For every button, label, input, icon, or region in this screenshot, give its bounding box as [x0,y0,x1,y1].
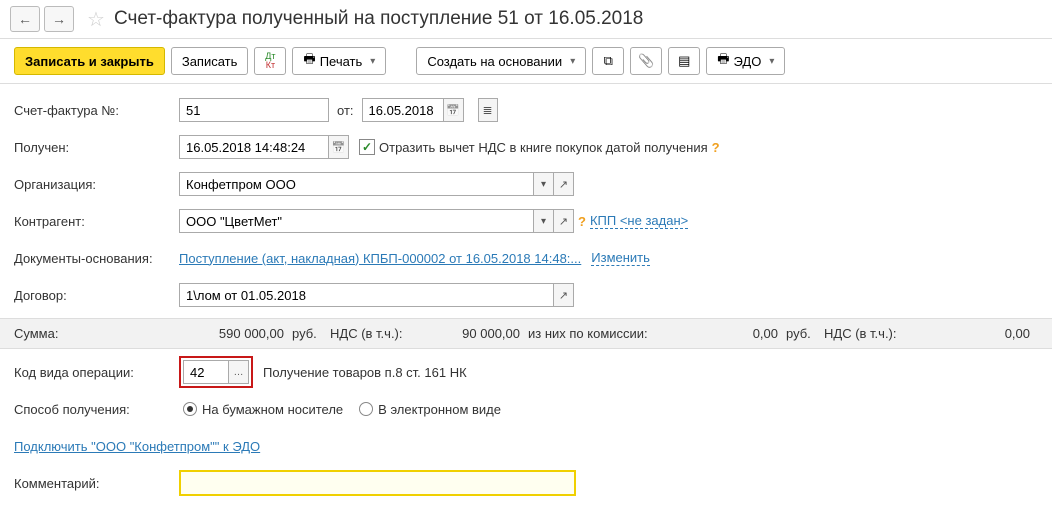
basis-doc-link[interactable]: Поступление (акт, накладная) КПБП-000002… [179,251,581,266]
vat-value: 90 000,00 [410,326,528,341]
open-icon[interactable] [554,283,574,307]
counterparty-label: Контрагент: [14,214,179,229]
vat-in-label-2: НДС (в т.ч.): [824,326,904,341]
structure-icon: ⧉ [604,53,613,69]
paperclip-icon [638,53,654,69]
invoice-date-input[interactable] [362,98,444,122]
reflect-vat-label: Отразить вычет НДС в книге покупок датой… [379,140,708,155]
sum-label: Сумма: [14,326,179,341]
received-label: Получен: [14,140,179,155]
from-label: от: [337,103,354,118]
save-button[interactable]: Записать [171,47,249,75]
rub-label: руб. [292,326,330,341]
opcode-description: Получение товаров п.8 ст. 161 НК [263,365,467,380]
opcode-highlight: … [179,356,253,388]
invoice-no-label: Счет-фактура №: [14,103,179,118]
create-based-on-button[interactable]: Создать на основании [416,47,586,75]
attachment-button[interactable] [630,47,662,75]
calendar-icon[interactable] [444,98,464,122]
calendar-icon[interactable] [329,135,349,159]
open-icon[interactable] [554,209,574,233]
favorite-star-icon[interactable]: ☆ [82,7,110,32]
rub-label-2: руб. [786,326,824,341]
kpp-link[interactable]: КПП <не задан> [590,213,688,229]
vat-in-label: НДС (в т.ч.): [330,326,410,341]
dtkt-icon: ДтКт [265,52,275,70]
dtkt-button[interactable]: ДтКт [254,47,286,75]
page-title: Счет-фактура полученный на поступление 5… [114,8,643,30]
opcode-input[interactable] [183,360,229,384]
open-icon[interactable] [554,172,574,196]
report-icon: ▤ [678,53,690,69]
invoice-no-input[interactable] [179,98,329,122]
print-button[interactable]: Печать [292,47,386,75]
sum-value: 590 000,00 [179,326,292,341]
structure-icon-button[interactable]: ⧉ [592,47,624,75]
commission-label: из них по комиссии: [528,326,678,341]
printer-icon [303,50,315,72]
received-datetime-input[interactable] [179,135,329,159]
help-icon[interactable]: ? [578,214,586,229]
electronic-radio[interactable]: В электронном виде [359,402,501,417]
change-link[interactable]: Изменить [591,250,650,266]
connect-edo-link[interactable]: Подключить "ООО "Конфетпром"" к ЭДО [14,439,260,454]
edo-button[interactable]: ЭДО [706,47,785,75]
edo-printer-icon [717,50,729,72]
report-icon-button[interactable]: ▤ [668,47,700,75]
org-input[interactable] [179,172,534,196]
comment-input[interactable] [179,470,576,496]
commission-value: 0,00 [678,326,786,341]
vat-value-2: 0,00 [904,326,1038,341]
nav-back-button[interactable]: ← [10,6,40,32]
receive-method-label: Способ получения: [14,402,179,417]
dropdown-icon[interactable]: ▾ [534,209,554,233]
reflect-vat-checkbox[interactable]: ✓ [359,139,375,155]
org-label: Организация: [14,177,179,192]
basis-label: Документы-основания: [14,251,179,266]
help-icon[interactable]: ? [712,140,720,155]
dropdown-icon[interactable]: ▾ [534,172,554,196]
opcode-label: Код вида операции: [14,365,179,380]
save-and-close-button[interactable]: Записать и закрыть [14,47,165,75]
nav-forward-button[interactable]: → [44,6,74,32]
counterparty-input[interactable] [179,209,534,233]
comment-label: Комментарий: [14,476,179,491]
contract-input[interactable] [179,283,554,307]
choose-icon[interactable]: … [229,360,249,384]
paper-radio[interactable]: На бумажном носителе [183,402,343,417]
list-icon-button[interactable] [478,98,498,122]
contract-label: Договор: [14,288,179,303]
